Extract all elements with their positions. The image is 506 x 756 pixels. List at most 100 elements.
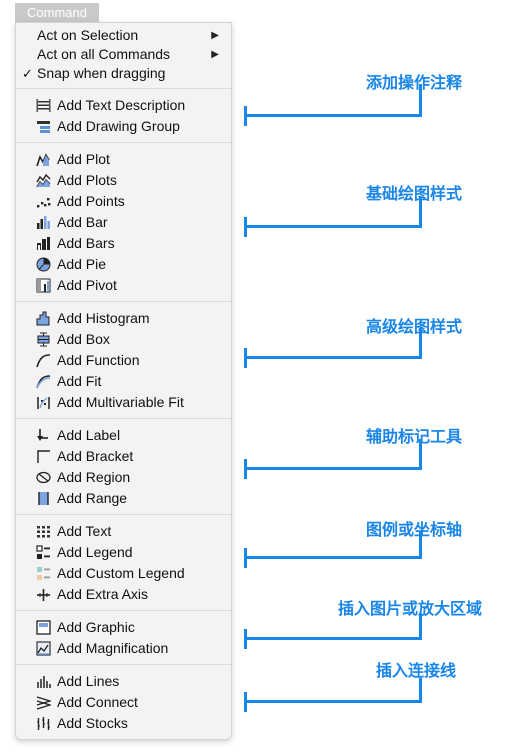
lines-icon (37, 676, 51, 688)
menu-item-act-on-all-commands[interactable]: Act on all Commands ▶ (16, 44, 231, 65)
pivot-icon (36, 278, 51, 293)
menu-item-add-custom-legend[interactable]: Add Custom Legend (16, 563, 231, 584)
range-icon (38, 492, 49, 505)
menu-item-label: Add Graphic (57, 619, 135, 635)
menu-item-label: Add Extra Axis (57, 586, 149, 602)
menu-item-add-text-description[interactable]: Add Text Description (16, 95, 231, 116)
menu-separator (16, 142, 231, 143)
menu-item-add-region[interactable]: Add Region (16, 467, 231, 488)
menu-item-label: Act on all Commands (37, 46, 171, 62)
points-icon (37, 198, 51, 208)
menu-item-add-magnification[interactable]: Add Magnification (16, 638, 231, 659)
menu-separator (16, 514, 231, 515)
function-icon (36, 354, 51, 368)
legend-icon (36, 545, 50, 559)
menu-item-add-lines[interactable]: Add Lines (16, 671, 231, 692)
menu-item-label: Add Text Description (57, 97, 186, 113)
menu-item-label: Add Box (57, 331, 110, 347)
menu-item-add-histogram[interactable]: Add Histogram (16, 308, 231, 329)
menu-item-add-plot[interactable]: Add Plot (16, 149, 231, 170)
menu-item-add-multivariable-fit[interactable]: Add Multivariable Fit (16, 392, 231, 413)
menu-item-label: Add Bracket (57, 448, 134, 464)
menu-separator (16, 301, 231, 302)
menu-item-add-extra-axis[interactable]: Add Extra Axis (16, 584, 231, 605)
pie-icon (36, 257, 51, 272)
plot-icon (36, 153, 50, 167)
menu-item-label: Add Points (57, 193, 125, 209)
magnification-icon (36, 641, 51, 656)
submenu-arrow-icon: ▶ (211, 30, 219, 41)
menu-item-add-pie[interactable]: Add Pie (16, 254, 231, 275)
menu-item-label: Add Magnification (57, 640, 169, 656)
menu-item-add-label[interactable]: Add Label (16, 425, 231, 446)
menu-item-add-points[interactable]: Add Points (16, 191, 231, 212)
submenu-arrow-icon: ▶ (211, 49, 219, 60)
menu-item-add-bracket[interactable]: Add Bracket (16, 446, 231, 467)
annotation-label: 辅助标记工具 (366, 429, 463, 446)
stocks-icon (37, 717, 50, 730)
bracket-icon (37, 450, 50, 463)
menu-item-label: Add Histogram (57, 310, 150, 326)
menu-item-label: Add Function (57, 352, 140, 368)
menu-item-label: Snap when dragging (37, 65, 166, 81)
histogram-icon (36, 311, 50, 326)
menu-item-label: Add Stocks (57, 715, 128, 731)
menu-item-add-bar[interactable]: Add Bar (16, 212, 231, 233)
menu-separator (16, 418, 231, 419)
menu-item-add-graphic[interactable]: Add Graphic (16, 617, 231, 638)
menu-item-add-text[interactable]: Add Text (16, 521, 231, 542)
menu-item-label: Add Plot (57, 151, 110, 167)
connect-icon (36, 696, 51, 710)
callout-bracket (244, 613, 424, 649)
menu-item-add-box[interactable]: Add Box (16, 329, 231, 350)
callout-bracket (244, 197, 424, 237)
menu-item-act-on-selection[interactable]: Act on Selection ▶ (16, 25, 231, 46)
menu-item-label: Add Lines (57, 673, 120, 689)
callout-bracket (244, 532, 424, 568)
annotation-label: 插入连接线 (376, 663, 457, 680)
custom-legend-icon (37, 567, 50, 580)
extra-axis-icon (37, 589, 50, 601)
bars-icon (37, 237, 50, 250)
menu-item-add-stocks[interactable]: Add Stocks (16, 713, 231, 734)
menu-item-snap-when-dragging[interactable]: ✓ Snap when dragging (16, 63, 231, 84)
menu-item-add-pivot[interactable]: Add Pivot (16, 275, 231, 296)
callout-bracket (244, 328, 424, 368)
menu-item-label: Add Custom Legend (57, 565, 185, 581)
annotation-label: 添加操作注释 (366, 75, 463, 92)
menu-item-add-function[interactable]: Add Function (16, 350, 231, 371)
callout-bracket (244, 84, 424, 126)
text-icon (37, 526, 50, 538)
graphic-icon (36, 620, 51, 635)
annotation-label: 基础绘图样式 (366, 186, 463, 203)
menu-item-label: Add Bar (57, 214, 108, 230)
menu-item-add-fit[interactable]: Add Fit (16, 371, 231, 392)
menu-separator (16, 88, 231, 89)
text-description-icon (36, 99, 51, 112)
menu-item-label: Add Multivariable Fit (57, 394, 184, 410)
menu-item-add-bars[interactable]: Add Bars (16, 233, 231, 254)
command-menu-title[interactable]: Command (15, 3, 99, 22)
region-icon (36, 471, 51, 484)
checkmark-icon: ✓ (22, 66, 33, 81)
menu-item-label: Add Region (57, 469, 131, 485)
menu-item-add-plots[interactable]: Add Plots (16, 170, 231, 191)
menu-item-add-connect[interactable]: Add Connect (16, 692, 231, 713)
menu-item-label: Add Range (57, 490, 128, 506)
menu-item-label: Add Pie (57, 256, 107, 272)
menu-item-label: Add Plots (57, 172, 117, 188)
menu-item-label: Add Legend (57, 544, 133, 560)
annotation-label: 插入图片或放大区域 (338, 601, 483, 618)
menu-item-add-range[interactable]: Add Range (16, 488, 231, 509)
menu-item-label: Act on Selection (37, 27, 139, 43)
callout-bracket (244, 678, 424, 712)
menu-item-label: Add Connect (57, 694, 138, 710)
menu-item-add-legend[interactable]: Add Legend (16, 542, 231, 563)
menu-item-add-drawing-group[interactable]: Add Drawing Group (16, 116, 231, 137)
callout-bracket (244, 439, 424, 479)
menu-item-label: Add Text (57, 523, 112, 539)
menu-item-label: Add Drawing Group (57, 118, 180, 134)
menu-separator (16, 610, 231, 611)
label-icon (37, 429, 48, 441)
menu-separator (16, 664, 231, 665)
